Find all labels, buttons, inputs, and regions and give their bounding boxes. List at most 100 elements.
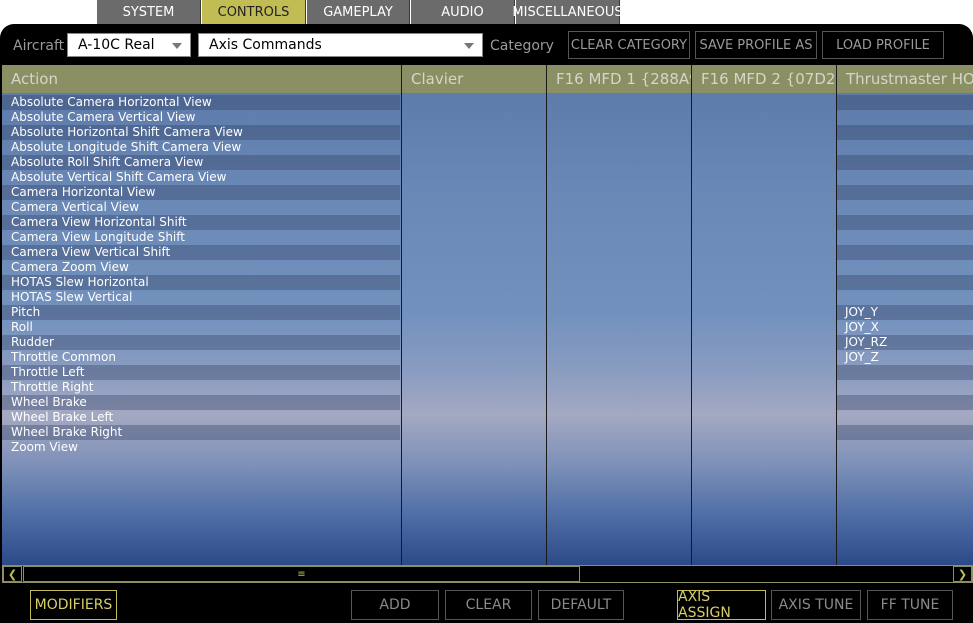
table-row[interactable]: HOTAS Slew Vertical bbox=[2, 290, 973, 305]
tab-controls[interactable]: CONTROLS bbox=[202, 0, 306, 24]
clear-category-button[interactable]: CLEAR CATEGORY bbox=[568, 31, 690, 59]
category-select[interactable]: Axis Commands bbox=[198, 33, 483, 57]
thrustmaster-binding-cell[interactable] bbox=[837, 365, 973, 380]
table-row[interactable]: Wheel Brake Right bbox=[2, 425, 973, 440]
table-row[interactable]: Wheel Brake bbox=[2, 395, 973, 410]
action-cell[interactable]: Absolute Horizontal Shift Camera View bbox=[2, 125, 400, 140]
action-cell[interactable]: Wheel Brake Right bbox=[2, 425, 400, 440]
table-row[interactable]: Absolute Longitude Shift Camera View bbox=[2, 140, 973, 155]
scrollbar-thumb[interactable]: ≡ bbox=[23, 566, 580, 582]
table-row[interactable]: Throttle Common JOY_Z bbox=[2, 350, 973, 365]
thrustmaster-binding-cell[interactable] bbox=[837, 110, 973, 125]
action-cell[interactable]: HOTAS Slew Vertical bbox=[2, 290, 400, 305]
thrustmaster-binding-cell[interactable] bbox=[837, 395, 973, 410]
action-cell[interactable]: Camera Zoom View bbox=[2, 260, 400, 275]
chevron-right-icon[interactable]: ❯ bbox=[953, 566, 972, 582]
clear-button[interactable]: CLEAR bbox=[445, 590, 532, 620]
thrustmaster-binding-cell[interactable] bbox=[837, 230, 973, 245]
action-cell[interactable]: Absolute Camera Vertical View bbox=[2, 110, 400, 125]
action-cell[interactable]: Pitch bbox=[2, 305, 400, 320]
action-cell[interactable]: Rudder bbox=[2, 335, 400, 350]
load-profile-button[interactable]: LOAD PROFILE bbox=[822, 31, 944, 59]
action-cell[interactable]: Throttle Common bbox=[2, 350, 400, 365]
column-header-f16-mfd-2[interactable]: F16 MFD 2 {07D2 bbox=[692, 65, 836, 93]
action-cell[interactable]: Absolute Longitude Shift Camera View bbox=[2, 140, 400, 155]
thrustmaster-binding-cell[interactable] bbox=[837, 260, 973, 275]
default-button[interactable]: DEFAULT bbox=[538, 590, 624, 620]
table-row[interactable]: Roll JOY_X bbox=[2, 320, 973, 335]
table-row[interactable]: Camera Horizontal View bbox=[2, 185, 973, 200]
action-cell[interactable]: Camera View Longitude Shift bbox=[2, 230, 400, 245]
thrustmaster-binding-cell[interactable] bbox=[837, 410, 973, 425]
ff-tune-button[interactable]: FF TUNE bbox=[867, 590, 953, 620]
aircraft-select[interactable]: A-10C Real bbox=[67, 33, 191, 57]
column-header-clavier[interactable]: Clavier bbox=[402, 65, 546, 93]
action-cell[interactable]: Absolute Camera Horizontal View bbox=[2, 95, 400, 110]
thrustmaster-binding-cell[interactable]: JOY_X bbox=[837, 320, 973, 335]
thrustmaster-binding-cell[interactable] bbox=[837, 425, 973, 440]
action-cell[interactable]: HOTAS Slew Horizontal bbox=[2, 275, 400, 290]
table-row[interactable]: Camera View Horizontal Shift bbox=[2, 215, 973, 230]
table-row[interactable]: Absolute Camera Vertical View bbox=[2, 110, 973, 125]
action-cell[interactable]: Throttle Left bbox=[2, 365, 400, 380]
horizontal-scrollbar[interactable]: ❮ ≡ ❯ bbox=[2, 565, 973, 583]
table-row[interactable]: Rudder JOY_RZ bbox=[2, 335, 973, 350]
action-cell[interactable]: Absolute Vertical Shift Camera View bbox=[2, 170, 400, 185]
table-row[interactable]: Wheel Brake Left bbox=[2, 410, 973, 425]
tab-gameplay[interactable]: GAMEPLAY bbox=[307, 0, 410, 24]
thrustmaster-binding-cell[interactable] bbox=[837, 155, 973, 170]
table-row[interactable]: Camera View Longitude Shift bbox=[2, 230, 973, 245]
axis-assign-button[interactable]: AXIS ASSIGN bbox=[677, 589, 766, 621]
thrustmaster-binding-cell[interactable] bbox=[837, 245, 973, 260]
thrustmaster-binding-cell[interactable] bbox=[837, 185, 973, 200]
action-cell[interactable]: Absolute Roll Shift Camera View bbox=[2, 155, 400, 170]
thrustmaster-binding-cell[interactable] bbox=[837, 380, 973, 395]
action-cell[interactable]: Wheel Brake bbox=[2, 395, 400, 410]
table-row[interactable]: Zoom View bbox=[2, 440, 973, 455]
column-header-action[interactable]: Action bbox=[2, 65, 401, 93]
table-row[interactable]: Pitch JOY_Y bbox=[2, 305, 973, 320]
action-cell[interactable]: Camera View Horizontal Shift bbox=[2, 215, 400, 230]
tab-system[interactable]: SYSTEM bbox=[97, 0, 201, 24]
table-row[interactable]: Camera Zoom View bbox=[2, 260, 973, 275]
tab-audio[interactable]: AUDIO bbox=[411, 0, 515, 24]
thrustmaster-binding-cell[interactable] bbox=[837, 290, 973, 305]
table-row[interactable]: Absolute Roll Shift Camera View bbox=[2, 155, 973, 170]
thrustmaster-binding-cell[interactable] bbox=[837, 125, 973, 140]
table-row[interactable]: Absolute Camera Horizontal View bbox=[2, 95, 973, 110]
modifiers-button[interactable]: MODIFIERS bbox=[30, 590, 117, 620]
thrustmaster-binding-cell[interactable] bbox=[837, 200, 973, 215]
action-cell[interactable]: Roll bbox=[2, 320, 400, 335]
column-header-thrustmaster[interactable]: Thrustmaster HO bbox=[837, 65, 973, 93]
axis-tune-button[interactable]: AXIS TUNE bbox=[771, 590, 861, 620]
column-header-f16-mfd-1[interactable]: F16 MFD 1 {288A9 bbox=[547, 65, 691, 93]
thrustmaster-binding-cell[interactable] bbox=[837, 140, 973, 155]
tab-miscellaneous[interactable]: MISCELLANEOUS bbox=[512, 0, 623, 24]
action-cell[interactable]: Throttle Right bbox=[2, 380, 400, 395]
table-row[interactable]: Absolute Vertical Shift Camera View bbox=[2, 170, 973, 185]
add-button[interactable]: ADD bbox=[351, 590, 439, 620]
thrustmaster-binding-cell[interactable]: JOY_Y bbox=[837, 305, 973, 320]
table-row[interactable]: Camera Vertical View bbox=[2, 200, 973, 215]
thrustmaster-binding-cell[interactable]: JOY_Z bbox=[837, 350, 973, 365]
save-profile-as-button[interactable]: SAVE PROFILE AS bbox=[695, 31, 817, 59]
table-row[interactable]: Camera View Vertical Shift bbox=[2, 245, 973, 260]
action-list: Absolute Camera Horizontal View Absolute … bbox=[2, 95, 973, 455]
action-cell[interactable]: Camera Horizontal View bbox=[2, 185, 400, 200]
action-cell[interactable]: Zoom View bbox=[2, 440, 400, 455]
table-row[interactable]: Throttle Right bbox=[2, 380, 973, 395]
thrustmaster-binding-cell[interactable] bbox=[837, 440, 973, 455]
thrustmaster-binding-cell[interactable] bbox=[837, 95, 973, 110]
chevron-left-icon[interactable]: ❮ bbox=[3, 566, 22, 582]
action-cell[interactable]: Camera View Vertical Shift bbox=[2, 245, 400, 260]
thrustmaster-binding-cell[interactable]: JOY_RZ bbox=[837, 335, 973, 350]
action-cell[interactable]: Camera Vertical View bbox=[2, 200, 400, 215]
table-row[interactable]: Throttle Left bbox=[2, 365, 973, 380]
action-cell[interactable]: Wheel Brake Left bbox=[2, 410, 400, 425]
table-row[interactable]: HOTAS Slew Horizontal bbox=[2, 275, 973, 290]
chevron-down-icon bbox=[172, 43, 182, 49]
table-row[interactable]: Absolute Horizontal Shift Camera View bbox=[2, 125, 973, 140]
thrustmaster-binding-cell[interactable] bbox=[837, 215, 973, 230]
thrustmaster-binding-cell[interactable] bbox=[837, 275, 973, 290]
thrustmaster-binding-cell[interactable] bbox=[837, 170, 973, 185]
